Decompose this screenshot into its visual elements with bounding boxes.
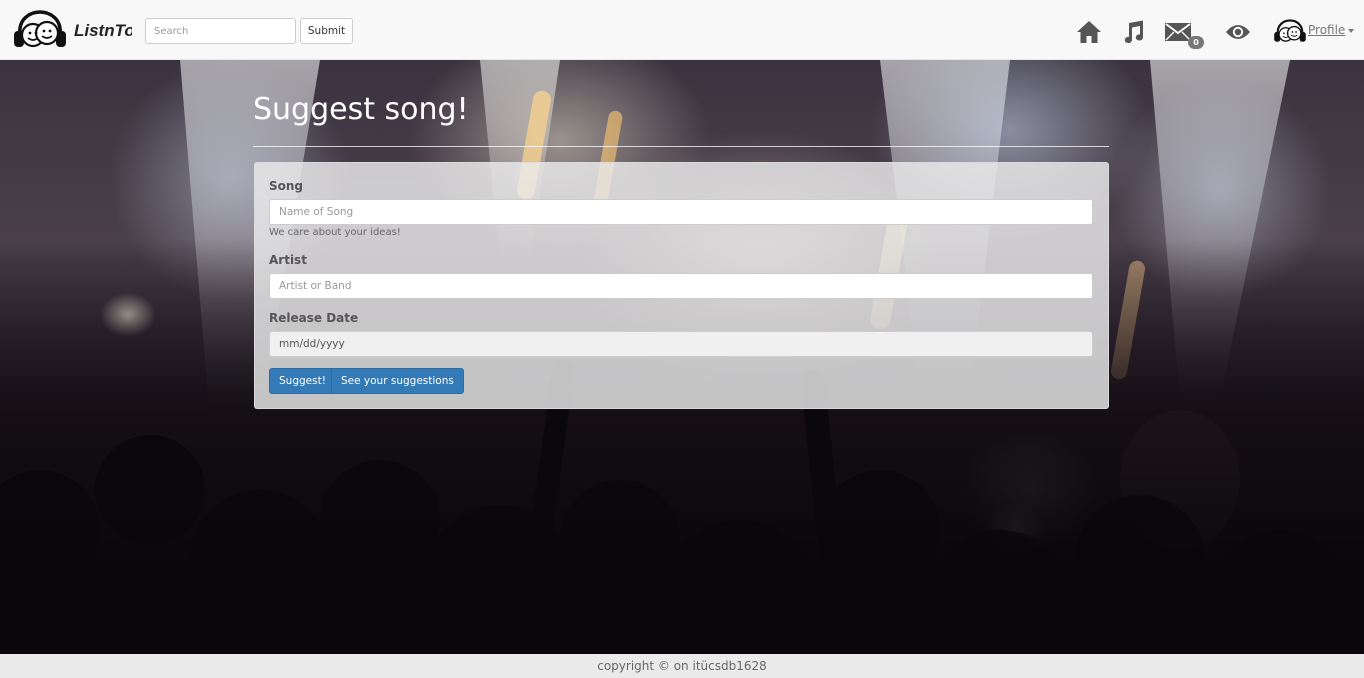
top-navbar: ListnTo Submit 0 Profile — [0, 0, 1364, 60]
profile-dropdown[interactable]: Profile — [1273, 18, 1355, 46]
search-submit-button[interactable]: Submit — [300, 18, 353, 44]
music-icon[interactable] — [1119, 18, 1147, 46]
release-date-value: mm/dd/yyyy — [279, 338, 345, 350]
release-date-input[interactable]: mm/dd/yyyy — [269, 331, 1093, 357]
listnto-logo-icon — [14, 10, 66, 48]
caret-down-icon — [1348, 29, 1355, 33]
title-divider — [253, 146, 1109, 147]
mail-count-badge: 0 — [1188, 36, 1204, 49]
song-name-input[interactable] — [269, 199, 1093, 225]
footer: copyright © on itücsdb1628 — [0, 654, 1364, 678]
artist-input[interactable] — [269, 273, 1093, 299]
eye-icon[interactable] — [1224, 18, 1252, 46]
brand-link[interactable]: ListnTo — [12, 9, 132, 53]
copyright-text: copyright © on itücsdb1628 — [597, 659, 767, 673]
page-title: Suggest song! — [253, 92, 469, 127]
song-label: Song — [269, 179, 304, 193]
suggest-song-form: Song We care about your ideas! Artist Re… — [254, 162, 1109, 409]
search-input[interactable] — [145, 18, 296, 44]
profile-label: Profile — [1308, 23, 1346, 37]
release-date-label: Release Date — [269, 311, 359, 325]
see-suggestions-button[interactable]: See your suggestions — [331, 368, 464, 394]
avatar-icon — [1274, 19, 1306, 42]
artist-label: Artist — [269, 253, 307, 267]
suggest-button[interactable]: Suggest! — [269, 368, 336, 394]
song-help-text: We care about your ideas! — [269, 227, 401, 238]
brand-name: ListnTo — [74, 21, 132, 40]
home-icon[interactable] — [1075, 18, 1103, 46]
